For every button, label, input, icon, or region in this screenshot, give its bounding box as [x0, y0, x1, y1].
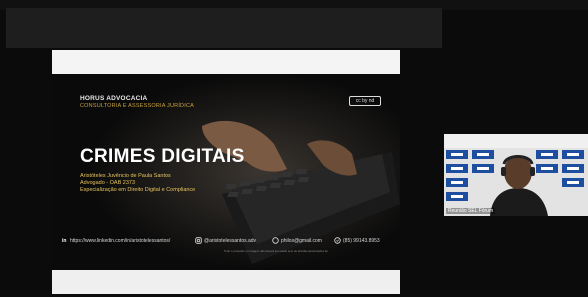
email-address: philos@gmail.com: [281, 238, 322, 244]
phone-number: (85) 99143.8953: [343, 238, 380, 244]
linkedin-icon: in: [62, 238, 67, 244]
instagram-icon: [195, 236, 202, 246]
participant-video: [444, 134, 588, 216]
participant-video-tile[interactable]: Reunião SEL Fórum: [444, 134, 588, 216]
firm-name: HORUS ADVOCACIA: [80, 95, 148, 102]
contact-bar: in https://www.linkedin.com/in/aristotel…: [62, 236, 392, 246]
presenter-role: Advogado - OAB 2373: [80, 180, 136, 186]
participant-name-label: Reunião SEL Fórum: [446, 208, 496, 214]
creative-commons-icon: cc by nd: [349, 96, 381, 106]
instagram-handle: @aristotelessantos.adv: [204, 238, 257, 244]
presenter-specialization: Especialização em Direito Digital e Comp…: [80, 187, 196, 193]
top-strip: [6, 8, 442, 48]
slide-top-margin: [52, 50, 400, 74]
slide-bottom-margin: [52, 270, 400, 294]
firm-subtitle: CONSULTORIA E ASSESSORIA JURÍDICA: [80, 103, 194, 109]
email-icon: [272, 236, 279, 246]
presenter-name: Aristóteles Juvêncio de Paula Santos: [80, 173, 171, 179]
linkedin-url: https://www.linkedin.com/in/aristoteless…: [70, 238, 171, 244]
slide-disclaimer: Todo o conteúdo ou imagem não deverá ser…: [224, 249, 328, 253]
whatsapp-icon: [334, 236, 341, 246]
slide-title: CRIMES DIGITAIS: [80, 146, 245, 167]
presentation-slide: HORUS ADVOCACIA CONSULTORIA E ASSESSORIA…: [52, 74, 400, 270]
screen-share-panel: HORUS ADVOCACIA CONSULTORIA E ASSESSORIA…: [52, 50, 400, 294]
